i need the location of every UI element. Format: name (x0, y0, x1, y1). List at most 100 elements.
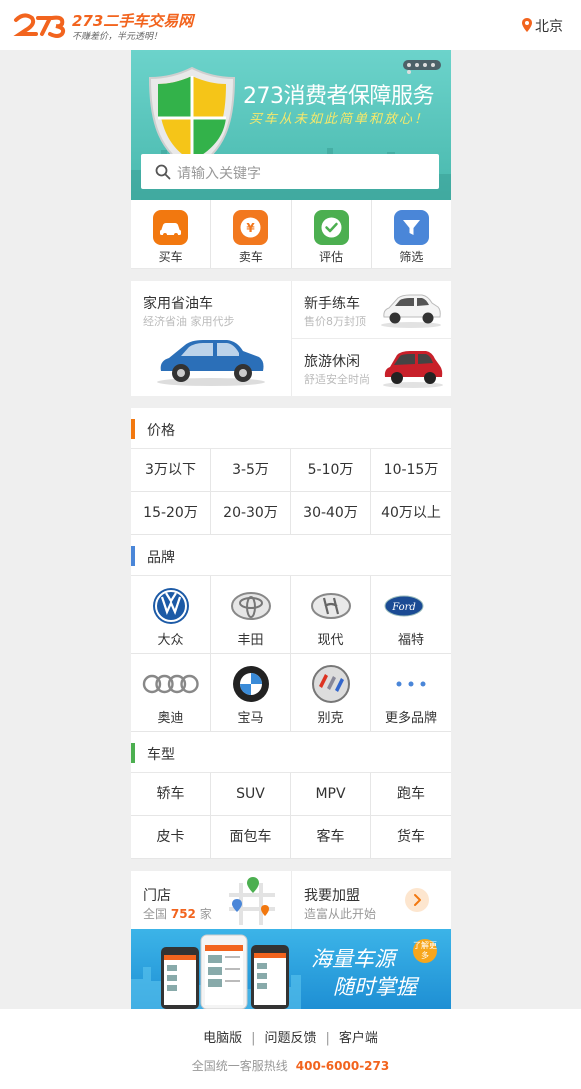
footer-link-desktop[interactable]: 电脑版 (203, 1031, 242, 1046)
phones-illustration-icon (131, 934, 301, 1009)
store-title: 门店 (143, 888, 171, 904)
vehicle-type-option[interactable]: SUV (211, 773, 291, 816)
carousel-indicator[interactable] (403, 60, 441, 74)
recommend-beginner-car[interactable]: 新手练车 售价8万封顶 (292, 281, 451, 339)
section-title: 价格 (147, 423, 175, 439)
brand-label: 更多品牌 (384, 711, 437, 726)
search-icon (155, 164, 171, 180)
audi-logo-icon (142, 674, 199, 694)
vehicle-type-option[interactable]: MPV (291, 773, 371, 816)
recommend-title: 新手练车 (304, 296, 360, 312)
link-separator: | (325, 1031, 330, 1046)
brand-item-audi[interactable]: 奥迪 (131, 654, 211, 732)
toyota-logo-icon (230, 592, 271, 620)
recommend-economy-car[interactable]: 家用省油车 经济省油 家用代步 (131, 281, 292, 396)
brand-item-buick[interactable]: 别克 (291, 654, 371, 732)
recommend-subtitle: 经济省油 家用代步 (143, 315, 235, 328)
quick-nav-filter[interactable]: 筛选 (372, 200, 451, 268)
svg-text:¥: ¥ (247, 221, 256, 235)
vehicle-type-option[interactable]: 跑车 (371, 773, 451, 816)
ford-logo-icon: Ford (384, 595, 424, 617)
banner-title: 273消费者保障服务 (243, 84, 435, 109)
banner-slogan: 买车从未如此简单和放心！ (249, 112, 430, 127)
brand-item-toyota[interactable]: 丰田 (211, 576, 291, 654)
recommend-subtitle: 舒适安全时尚 (304, 373, 370, 386)
quick-nav-label: 买车 (158, 250, 183, 264)
price-option[interactable]: 3-5万 (211, 449, 291, 492)
price-option[interactable]: 5-10万 (291, 449, 371, 492)
link-separator: | (251, 1031, 256, 1046)
ad-line-2: 随时掌握 (333, 975, 417, 999)
footer-link-app[interactable]: 客户端 (339, 1031, 378, 1046)
vehicle-type-option[interactable]: 货车 (371, 816, 451, 859)
city-selector[interactable]: 北京 (522, 16, 563, 36)
vehicle-type-grid: 轿车 SUV MPV 跑车 皮卡 面包车 客车 货车 (131, 773, 451, 859)
top-bar: 273二手车交易网 不赚差价，半元透明！ 北京 (0, 0, 581, 50)
join-title: 我要加盟 (304, 888, 360, 904)
vehicle-type-option[interactable]: 轿车 (131, 773, 211, 816)
hotline-number[interactable]: 400-6000-273 (296, 1059, 389, 1073)
brand-item-ford[interactable]: Ford 福特 (371, 576, 451, 654)
section-accent-bar (131, 419, 135, 439)
footer: 电脑版 | 问题反馈 | 客户端 全国统一客服热线 400-6000-273 (0, 1009, 581, 1089)
recommend-travel-car[interactable]: 旅游休闲 舒适安全时尚 (292, 339, 451, 396)
vehicle-type-option[interactable]: 客车 (291, 816, 371, 859)
quick-nav-sell[interactable]: ¥ 卖车 (211, 200, 292, 268)
price-option[interactable]: 3万以下 (131, 449, 211, 492)
hotline: 全国统一客服热线 400-6000-273 (0, 1057, 581, 1074)
brand-item-hyundai[interactable]: 现代 (291, 576, 371, 654)
recommend-panel: 家用省油车 经济省油 家用代步 新手练车 售价8万封顶 旅游休闲 舒适安全时尚 (131, 281, 451, 396)
main-content: 273消费者保障服务 买车从未如此简单和放心！ 请输入关键字 买车 ¥ 卖车 评… (131, 50, 451, 1009)
vehicle-type-header: 车型 (131, 732, 451, 773)
blue-car-icon (157, 340, 265, 386)
vehicle-type-option[interactable]: 皮卡 (131, 816, 211, 859)
location-pin-icon (522, 18, 532, 36)
price-option[interactable]: 20-30万 (211, 492, 291, 535)
join-franchise[interactable]: 我要加盟 造富从此开始 (292, 871, 451, 929)
check-icon (313, 210, 349, 245)
quick-nav-buy[interactable]: 买车 (131, 200, 212, 268)
brand-item-more[interactable]: 更多品牌 (371, 654, 451, 732)
footer-link-feedback[interactable]: 问题反馈 (264, 1031, 316, 1046)
more-dots-icon (396, 681, 426, 687)
city-name: 北京 (535, 19, 563, 35)
footer-links: 电脑版 | 问题反馈 | 客户端 (0, 1027, 581, 1046)
store-locator[interactable]: 门店 全国 752 家 (131, 871, 292, 929)
price-option[interactable]: 10-15万 (371, 449, 451, 492)
price-header: 价格 (131, 408, 451, 449)
recommend-title: 家用省油车 (143, 296, 213, 312)
map-icon (229, 877, 275, 925)
price-option[interactable]: 15-20万 (131, 492, 211, 535)
search-placeholder: 请输入关键字 (177, 166, 261, 182)
banner[interactable]: 273消费者保障服务 买车从未如此简单和放心！ 请输入关键字 (131, 50, 451, 200)
logo-273-icon (13, 13, 66, 38)
logo-slogan: 不赚差价，半元透明！ (72, 32, 163, 42)
section-title: 品牌 (147, 550, 175, 566)
site-logo[interactable]: 273二手车交易网 不赚差价，半元透明！ (12, 8, 202, 42)
hotline-label: 全国统一客服热线 (191, 1059, 288, 1073)
red-car-icon (383, 351, 443, 388)
price-option[interactable]: 40万以上 (371, 492, 451, 535)
quick-nav-evaluate[interactable]: 评估 (292, 200, 372, 268)
recommend-subtitle: 售价8万封顶 (304, 315, 366, 328)
brand-item-volkswagen[interactable]: 大众 (131, 576, 211, 654)
brand-item-bmw[interactable]: 宝马 (211, 654, 291, 732)
quick-nav-label: 筛选 (399, 250, 424, 264)
brand-label: 别克 (317, 711, 344, 726)
app-download-banner[interactable]: 海量车源 随时掌握 了解更多 (131, 929, 451, 1009)
quick-nav-label: 评估 (319, 250, 344, 264)
learn-more-badge[interactable]: 了解更多 (413, 939, 437, 963)
brand-label: 大众 (157, 633, 184, 648)
section-title: 车型 (147, 747, 175, 763)
price-option[interactable]: 30-40万 (291, 492, 371, 535)
brand-grid: 大众 丰田 现代 Ford 福特 奥迪 宝马 别克 更多品牌 (131, 576, 451, 732)
store-panel: 门店 全国 752 家 我要加盟 造富从此开始 (131, 871, 451, 929)
ad-line-1: 海量车源 (311, 947, 395, 971)
search-input[interactable]: 请输入关键字 (141, 154, 439, 189)
recommend-title: 旅游休闲 (304, 354, 360, 370)
chevron-right-icon (405, 888, 429, 912)
brand-label: 现代 (317, 633, 344, 648)
logo-title: 273二手车交易网 (72, 12, 194, 30)
vehicle-type-option[interactable]: 面包车 (211, 816, 291, 859)
white-car-icon (381, 294, 441, 328)
